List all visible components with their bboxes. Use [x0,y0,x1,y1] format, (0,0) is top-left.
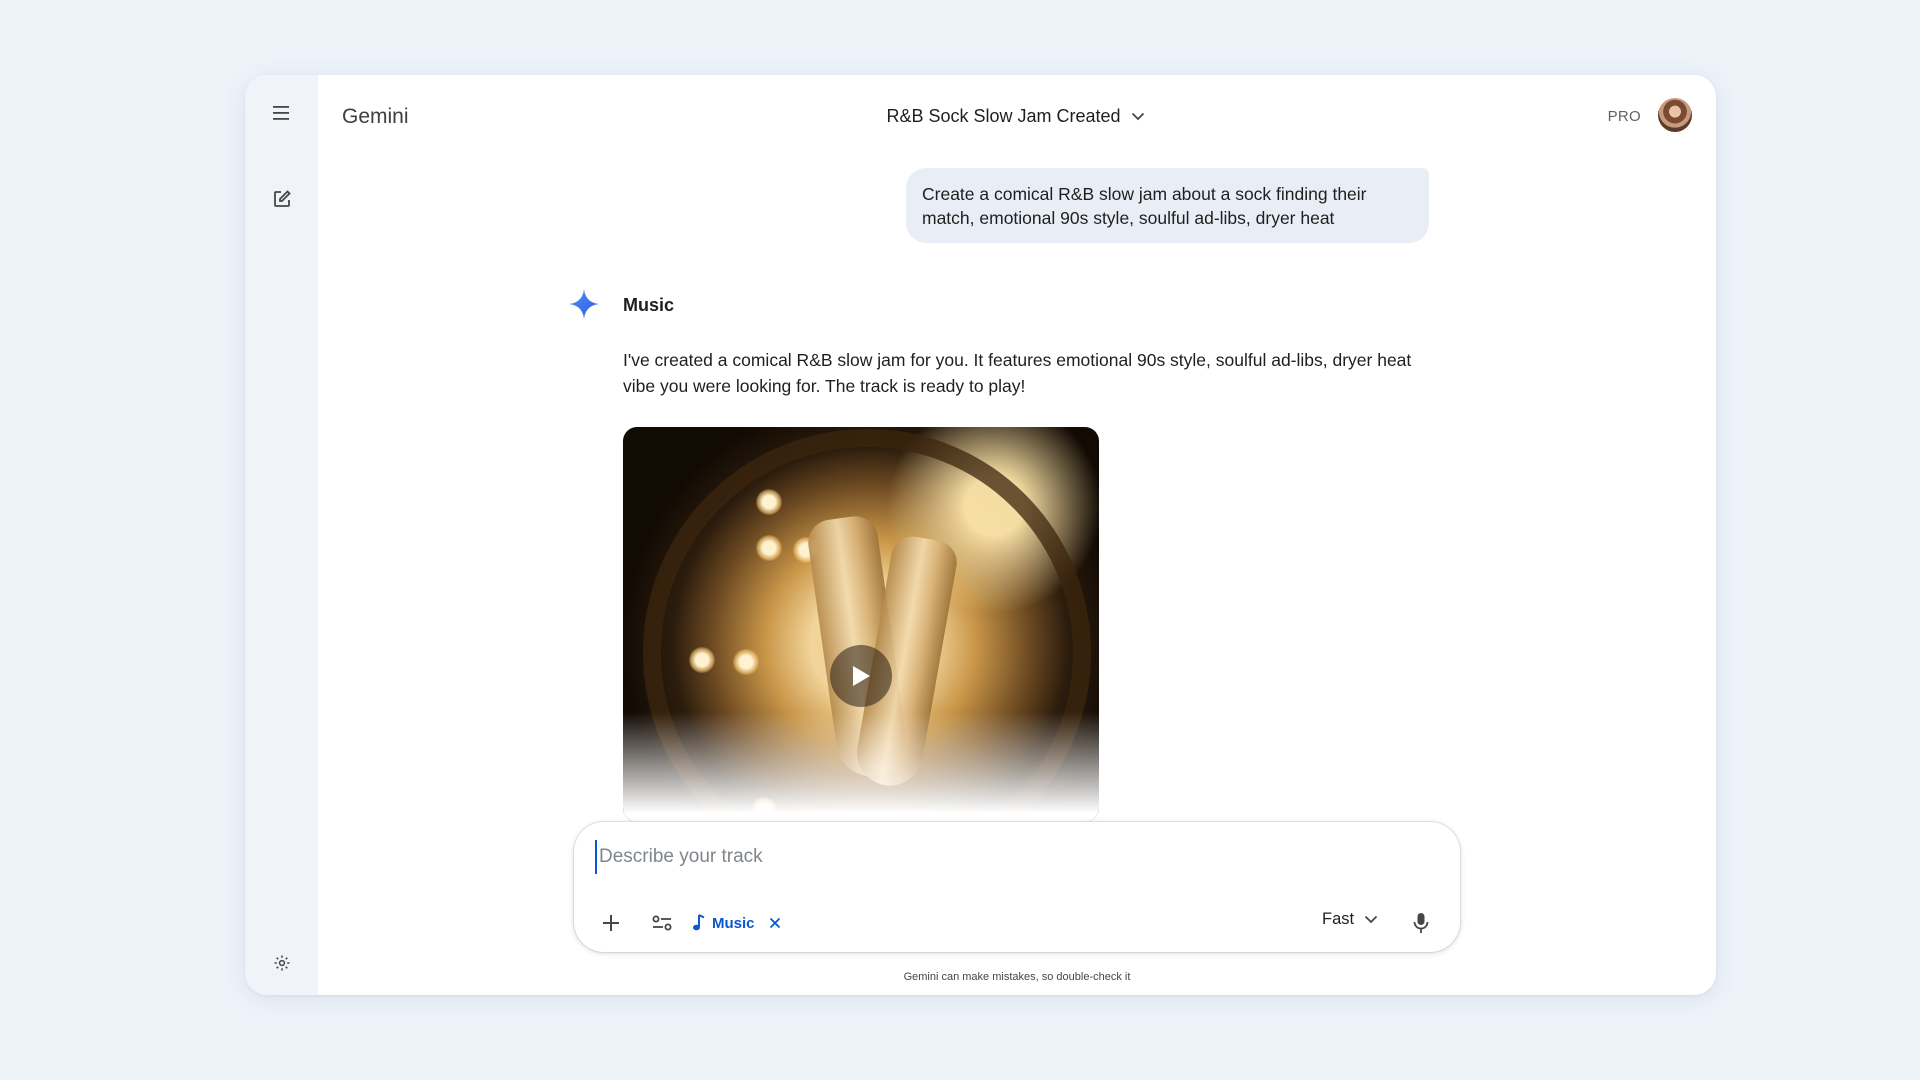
model-selector[interactable]: Fast [1322,910,1378,929]
plus-icon [603,915,619,931]
prompt-input[interactable] [595,840,1441,874]
tools-button[interactable] [644,905,680,941]
conversation-title: R&B Sock Slow Jam Created [886,106,1121,126]
conversation-title-dropdown[interactable]: R&B Sock Slow Jam Created [886,106,1144,127]
new-chat-button[interactable] [263,180,301,218]
microphone-icon [1413,913,1429,933]
app-window: Gemini R&B Sock Slow Jam Created PRO Cre… [245,75,1716,995]
account-avatar[interactable] [1658,98,1692,132]
chevron-down-icon [1131,112,1144,121]
music-tool-chip[interactable]: Music [692,909,781,937]
music-note-icon [693,914,705,931]
light-dot [756,535,782,561]
microphone-button[interactable] [1403,905,1439,941]
play-icon [853,666,870,686]
track-cover-player[interactable] [623,427,1099,822]
tune-icon [652,915,672,931]
conversation-title-bar: R&B Sock Slow Jam Created [245,106,1716,127]
image-fade [623,712,1099,822]
light-dot [733,649,759,675]
remove-music-chip-button[interactable] [769,917,781,929]
light-dot [689,647,715,673]
add-attachment-button[interactable] [593,905,629,941]
settings-button[interactable] [263,944,301,982]
play-button[interactable] [830,645,892,707]
pro-badge: PRO [1607,108,1641,125]
chevron-down-icon [1364,915,1378,924]
gemini-sparkle-icon [569,289,599,319]
response-tool-label: Music [623,295,675,315]
music-chip-label: Music [712,914,755,932]
model-selector-label: Fast [1322,910,1355,928]
light-dot [756,489,782,515]
user-message: Create a comical R&B slow jam about a so… [906,168,1429,243]
response-text: I've created a comical R&B slow jam for … [623,350,1412,396]
side-rail [245,75,318,995]
prompt-composer: Music Fast [574,822,1460,952]
close-icon [769,917,780,929]
edit-square-icon [274,190,291,207]
disclaimer-text: Gemini can make mistakes, so double-chec… [903,971,1131,983]
gear-icon [274,955,290,971]
